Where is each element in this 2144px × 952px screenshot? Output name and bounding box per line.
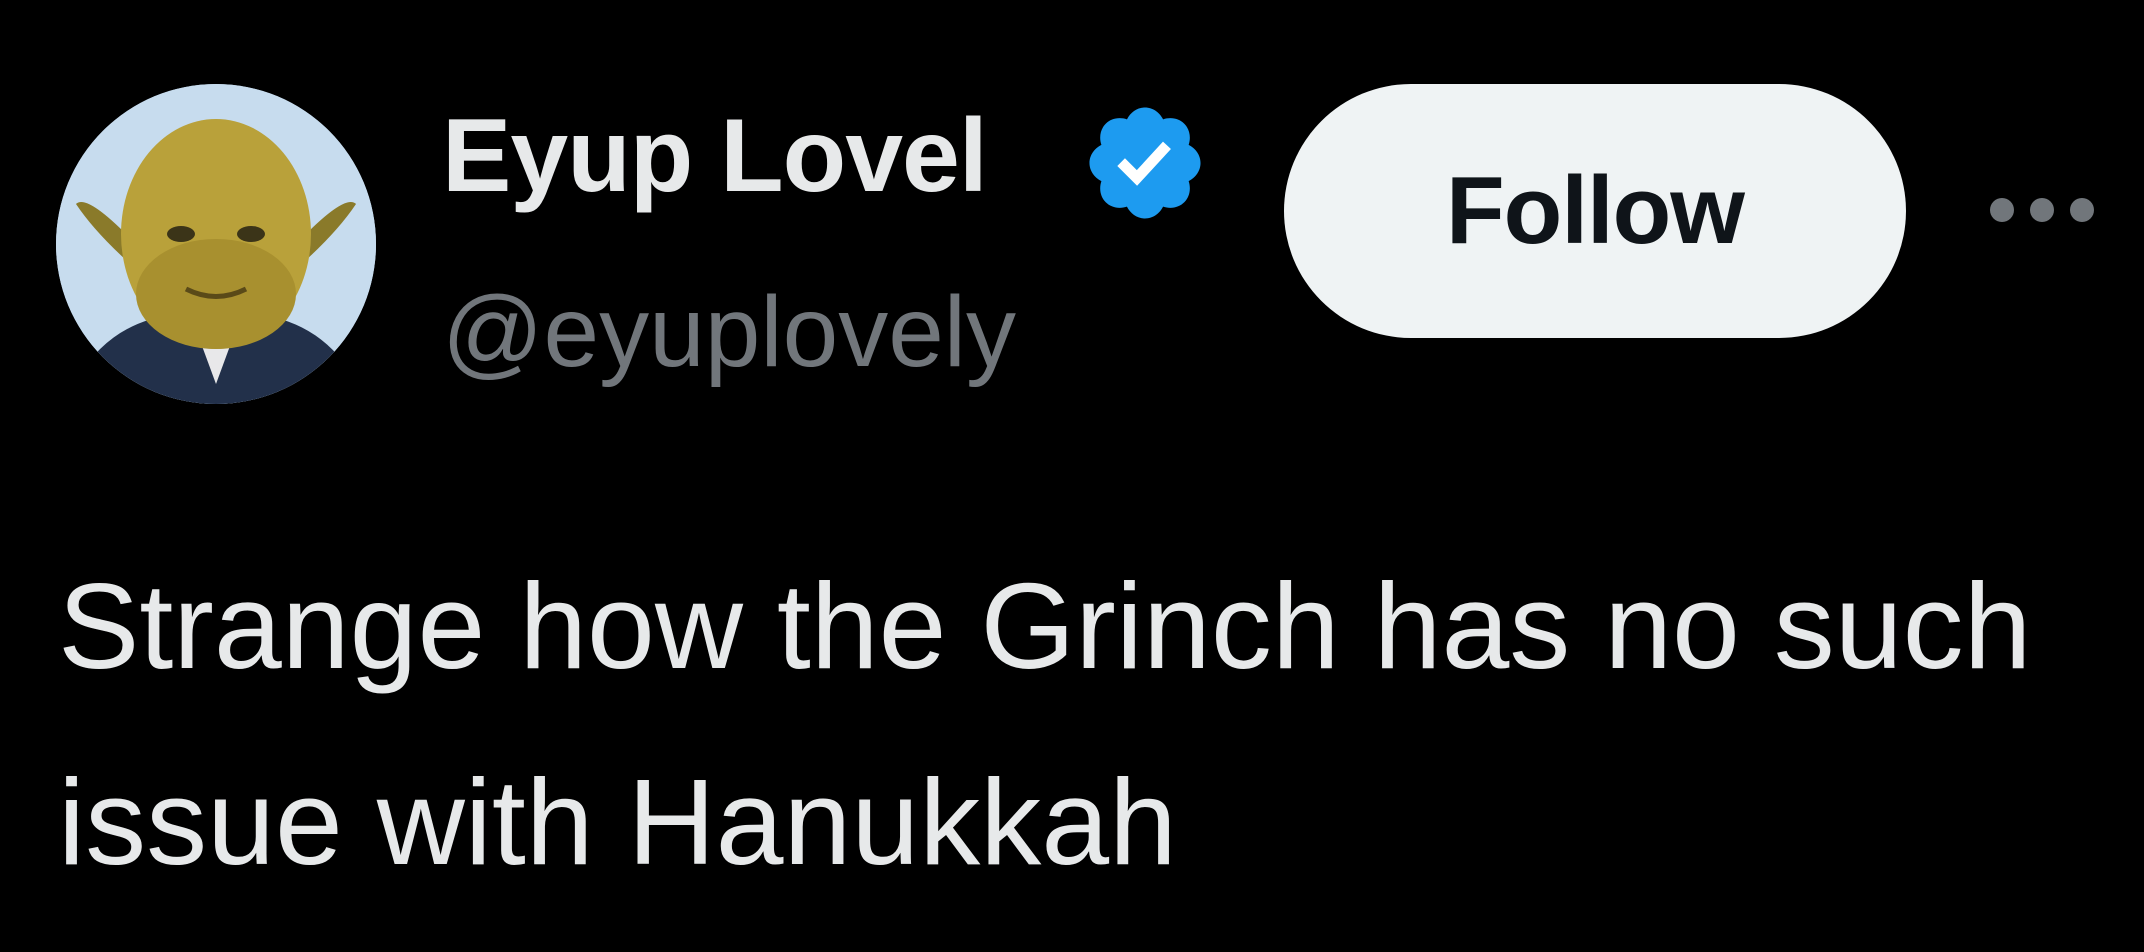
avatar-image <box>56 84 376 404</box>
author-display-name[interactable]: Eyup Lovel <box>442 96 988 216</box>
avatar[interactable] <box>56 84 376 404</box>
more-options-icon[interactable] <box>1980 180 2104 240</box>
verified-badge-icon[interactable] <box>1080 98 1210 228</box>
tweet: Eyup Lovel @eyuplovely Follow Strange ho… <box>0 0 2144 952</box>
tweet-text: Strange how the Grinch has no such issue… <box>58 558 2032 890</box>
author-handle[interactable]: @eyuplovely <box>442 272 1016 392</box>
follow-button[interactable]: Follow <box>1284 84 1906 338</box>
